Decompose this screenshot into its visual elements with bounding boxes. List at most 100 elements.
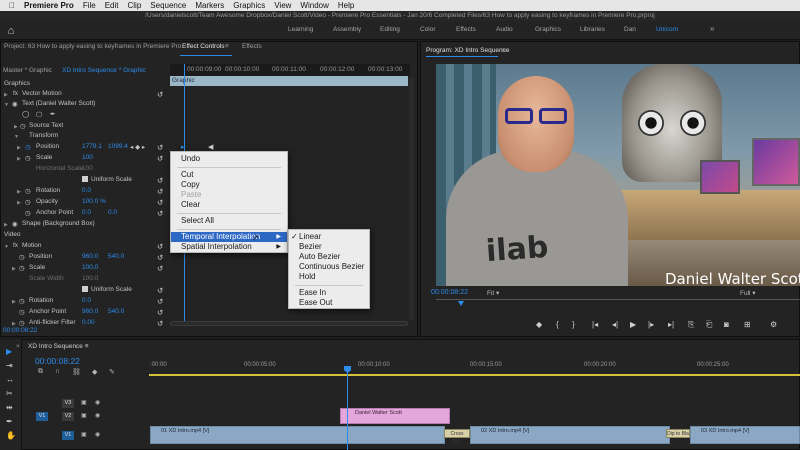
menu-help[interactable]: Help bbox=[338, 1, 354, 10]
go-to-in-icon[interactable]: |◂ bbox=[592, 320, 598, 329]
play-icon[interactable]: ▶ bbox=[630, 320, 636, 329]
camera-icon[interactable]: ◙ bbox=[724, 320, 729, 329]
submenu-ease-out[interactable]: Ease Out bbox=[289, 298, 369, 308]
row-shape-background[interactable]: ▶ ◉ Shape (Background Box) bbox=[0, 220, 170, 231]
source-patch-v1[interactable]: V1 bbox=[36, 412, 48, 421]
ec-horizontal-scrollbar[interactable] bbox=[170, 321, 408, 326]
marker-icon[interactable]: ◆ bbox=[536, 320, 542, 329]
eye-icon[interactable]: ◉ bbox=[95, 431, 100, 438]
ec-vertical-scrollbar[interactable] bbox=[409, 78, 414, 320]
menu-markers[interactable]: Markers bbox=[195, 1, 224, 10]
settings-icon[interactable]: ⚙ bbox=[770, 320, 777, 329]
workspace-graphics[interactable]: Graphics bbox=[535, 26, 561, 33]
snap-icon[interactable]: ∩ bbox=[55, 368, 60, 375]
menu-sequence[interactable]: Sequence bbox=[150, 1, 186, 10]
pen-tool-icon[interactable]: ✒ bbox=[6, 417, 13, 426]
apple-icon[interactable]:  bbox=[9, 1, 15, 10]
transition-cross-dissolve[interactable]: Cross Diss bbox=[444, 429, 470, 445]
panel-menu-icon[interactable]: ≡ bbox=[225, 43, 229, 50]
workspace-more-icon[interactable]: » bbox=[710, 24, 714, 33]
menu-select-all[interactable]: Select All bbox=[171, 216, 287, 226]
go-to-out-icon[interactable]: ▸| bbox=[668, 320, 674, 329]
row-shape-tools[interactable]: ◯ ▢ ✒ bbox=[0, 110, 170, 121]
workspace-learning[interactable]: Learning bbox=[288, 26, 313, 33]
row-transform[interactable]: ▼ Transform bbox=[0, 132, 170, 143]
keyframe-icon[interactable]: ▸ bbox=[181, 143, 185, 151]
home-icon[interactable]: ⌂ bbox=[4, 24, 18, 38]
menu-app[interactable]: Premiere Pro bbox=[24, 1, 74, 10]
row-uniform-scale[interactable]: Uniform Scale ↺ bbox=[0, 176, 170, 187]
submenu-ease-in[interactable]: Ease In bbox=[289, 288, 369, 298]
row-anchor-point[interactable]: ◷ Anchor Point 0.0 0.0 ↺ bbox=[0, 209, 170, 220]
hand-tool-icon[interactable]: ✋ bbox=[6, 431, 16, 440]
step-forward-icon[interactable]: |▸ bbox=[648, 320, 654, 329]
menu-cut[interactable]: Cut bbox=[171, 170, 287, 180]
eye-icon[interactable]: ◉ bbox=[95, 399, 100, 406]
submenu-linear[interactable]: ✓ Linear bbox=[289, 232, 369, 242]
row-scale[interactable]: ▶ ◷ Scale 100 ↺ bbox=[0, 154, 170, 165]
resolution-select[interactable]: Full ▾ bbox=[740, 289, 756, 297]
timeline-playhead[interactable] bbox=[347, 366, 348, 450]
slip-tool-icon[interactable]: ⇹ bbox=[6, 403, 13, 412]
timeline-tab[interactable]: XD Intro Sequence ≡ bbox=[28, 343, 89, 350]
menu-view[interactable]: View bbox=[274, 1, 291, 10]
keyframe-icon[interactable]: ◀ bbox=[208, 143, 213, 151]
submenu-continuous-bezier[interactable]: Continuous Bezier bbox=[289, 262, 369, 272]
lift-icon[interactable]: ⎘ bbox=[688, 320, 694, 330]
menu-clear[interactable]: Clear bbox=[171, 200, 287, 210]
program-monitor-title[interactable]: Program: XD Intro Sequence bbox=[426, 47, 509, 54]
menu-spatial-interpolation[interactable]: Spatial Interpolation ▶ bbox=[171, 242, 287, 252]
row-rotation[interactable]: ▶ ◷ Rotation 0.0 ↺ bbox=[0, 187, 170, 198]
row-position[interactable]: ▶ ◷ Position 1779.1 1099.4 ◂ ◆ ▸ ↺ bbox=[0, 143, 170, 154]
video-clip[interactable]: 03 XD Intro.mp4 [V] bbox=[690, 426, 800, 444]
nest-icon[interactable]: ⧉ bbox=[38, 368, 43, 376]
lock-icon[interactable]: ▣ bbox=[81, 412, 87, 419]
tab-effect-controls[interactable]: Effect Controls bbox=[182, 43, 225, 50]
extract-icon[interactable]: ⎗ bbox=[706, 320, 712, 330]
row-motion-position[interactable]: ◷ Position 960.0 540.0 ↺ bbox=[0, 253, 170, 264]
menu-undo[interactable]: Undo bbox=[171, 154, 287, 164]
add-marker-icon[interactable]: ◆ bbox=[92, 368, 97, 376]
workspace-libraries[interactable]: Libraries bbox=[580, 26, 605, 33]
track-toggle-v2[interactable]: V2 bbox=[62, 412, 74, 421]
video-clip[interactable]: 02 XD Intro.mp4 [V] bbox=[470, 426, 670, 444]
menu-edit[interactable]: Edit bbox=[105, 1, 119, 10]
submenu-hold[interactable]: Hold bbox=[289, 272, 369, 282]
row-opacity[interactable]: ▶ ◷ Opacity 100.0 % ↺ bbox=[0, 198, 170, 209]
video-title-caption[interactable]: Daniel Walter Scott bbox=[665, 270, 800, 288]
row-motion-uniform[interactable]: Uniform Scale ↺ bbox=[0, 286, 170, 297]
work-area-bar[interactable] bbox=[149, 374, 800, 376]
panel-menu-icon[interactable]: ≡ bbox=[502, 47, 506, 54]
program-timecode[interactable]: 00:00:08:22 bbox=[431, 289, 468, 296]
ec-clip-bar[interactable]: Graphic bbox=[170, 76, 408, 86]
track-select-icon[interactable]: ⇥ bbox=[6, 361, 13, 370]
zoom-select[interactable]: Fit ▾ bbox=[487, 289, 499, 297]
track-toggle-v1[interactable]: V1 bbox=[62, 431, 74, 440]
step-back-icon[interactable]: ◂| bbox=[612, 320, 618, 329]
graphic-clip[interactable]: Daniel Walter Scott bbox=[340, 408, 450, 424]
menu-copy[interactable]: Copy bbox=[171, 180, 287, 190]
video-clip[interactable]: 01 XD Intro.mp4 [V] bbox=[150, 426, 445, 444]
workspace-audio[interactable]: Audio bbox=[496, 26, 513, 33]
compare-icon[interactable]: ⊞ bbox=[744, 320, 751, 329]
linked-selection-icon[interactable]: ⛓ bbox=[72, 368, 81, 376]
lock-icon[interactable]: ▣ bbox=[81, 399, 87, 406]
program-scrub-bar[interactable] bbox=[436, 299, 800, 307]
workspace-assembly[interactable]: Assembly bbox=[333, 26, 361, 33]
close-icon[interactable]: × bbox=[16, 343, 20, 350]
tab-effects[interactable]: Effects bbox=[242, 43, 262, 50]
menu-graphics[interactable]: Graphics bbox=[233, 1, 265, 10]
workspace-editing[interactable]: Editing bbox=[380, 26, 400, 33]
timeline-timecode[interactable]: 00:00:08:22 bbox=[35, 356, 80, 366]
selection-tool-icon[interactable]: ▶ bbox=[6, 347, 12, 356]
sequence-clip-label[interactable]: XD Intro Sequence * Graphic bbox=[62, 67, 146, 74]
menu-temporal-interpolation[interactable]: Temporal Interpolation ▶ bbox=[171, 232, 287, 242]
mark-in-icon[interactable]: { bbox=[556, 320, 559, 329]
menu-file[interactable]: File bbox=[83, 1, 96, 10]
row-motion-scale[interactable]: ▶ ◷ Scale 100.0 ↺ bbox=[0, 264, 170, 275]
workspace-dan[interactable]: Dan bbox=[624, 26, 636, 33]
master-clip-label[interactable]: Master * Graphic bbox=[3, 67, 52, 74]
eye-icon[interactable]: ◉ bbox=[95, 412, 100, 419]
workspace-unicorn[interactable]: Unicorn bbox=[656, 26, 678, 33]
workspace-effects[interactable]: Effects bbox=[456, 26, 476, 33]
